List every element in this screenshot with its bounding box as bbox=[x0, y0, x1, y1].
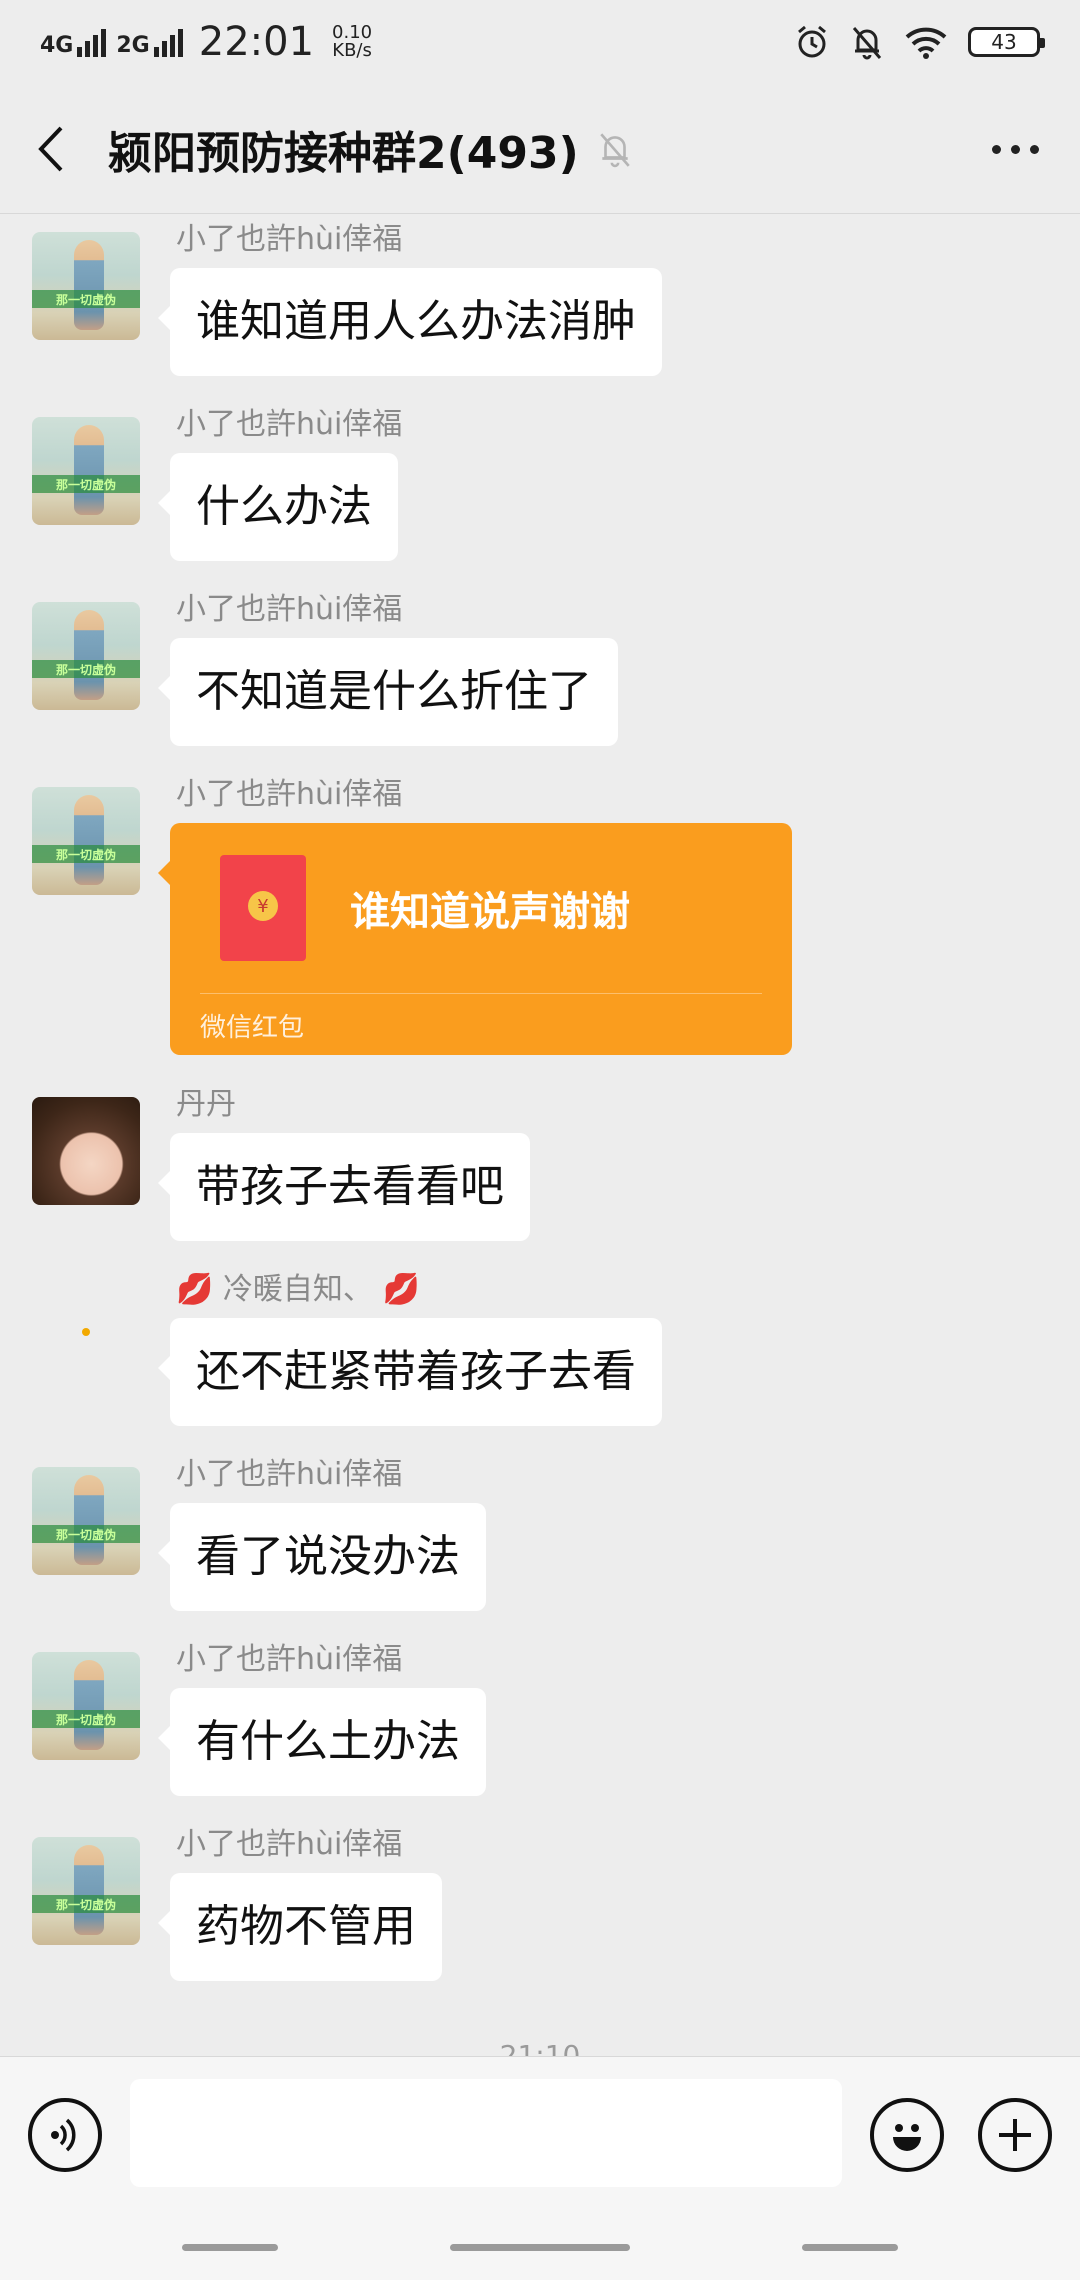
avatar-figure bbox=[74, 1475, 104, 1565]
voice-button[interactable] bbox=[28, 2098, 102, 2172]
message-bubble[interactable]: 不知道是什么折住了 bbox=[158, 638, 618, 746]
avatar-dot bbox=[82, 1328, 90, 1336]
sender-name-text: 冷暖自知、 bbox=[222, 1272, 373, 1307]
red-packet-label: 微信红包 bbox=[200, 1013, 305, 1043]
avatar-figure bbox=[74, 425, 104, 515]
avatar-figure bbox=[74, 1660, 104, 1750]
emoji-icon bbox=[893, 2124, 921, 2151]
chevron-left-icon bbox=[38, 126, 63, 171]
avatar-figure bbox=[74, 1845, 104, 1935]
message-item: 那一切虚伪 小了也許hùi倖福 不知道是什么折住了 bbox=[0, 590, 1080, 750]
back-button[interactable] bbox=[0, 84, 100, 214]
avatar[interactable]: 那一切虚伪 bbox=[32, 787, 140, 895]
red-envelope-icon: ¥ bbox=[220, 855, 306, 961]
avatar-figure bbox=[74, 610, 104, 700]
plus-button[interactable] bbox=[978, 2098, 1052, 2172]
avatar[interactable] bbox=[32, 1097, 140, 1205]
voice-icon bbox=[51, 2118, 76, 2152]
signal-1: 4G bbox=[40, 27, 107, 58]
message-item: 💋 冷暖自知、 💋 还不赶紧带着孩子去看 bbox=[0, 1270, 1080, 1430]
message-item: 那一切虚伪 小了也許hùi倖福 谁知道用人么办法消肿 bbox=[0, 220, 1080, 380]
message-item: 那一切虚伪 小了也許hùi倖福 有什么土办法 bbox=[0, 1640, 1080, 1800]
sender-name: 小了也許hùi倖福 bbox=[176, 1827, 403, 1862]
kiss-icon: 💋 bbox=[176, 1272, 214, 1307]
message-bubble[interactable]: 什么办法 bbox=[158, 453, 398, 561]
sender-name: 小了也許hùi倖福 bbox=[176, 222, 403, 257]
message-bubble[interactable]: 有什么土办法 bbox=[158, 1688, 486, 1796]
message-item: 那一切虚伪 小了也許hùi倖福 看了说没办法 bbox=[0, 1455, 1080, 1615]
yuan-seal-icon: ¥ bbox=[248, 891, 278, 921]
avatar-band: 那一切虚伪 bbox=[32, 1895, 140, 1913]
more-dot bbox=[1010, 144, 1020, 154]
network-speed: 0.10 KB/s bbox=[332, 24, 372, 60]
avatar[interactable]: 那一切虚伪 bbox=[32, 1467, 140, 1575]
emoji-button[interactable] bbox=[870, 2098, 944, 2172]
battery-icon: 43 bbox=[968, 27, 1045, 57]
network-type-1: 4G bbox=[40, 33, 74, 58]
more-button[interactable] bbox=[980, 124, 1050, 174]
system-nav-bar bbox=[0, 2208, 1080, 2280]
chat-title: 颍阳预防接种群2(493) bbox=[108, 127, 579, 179]
message-item: 丹丹 带孩子去看看吧 bbox=[0, 1085, 1080, 1245]
sender-name: 丹丹 bbox=[176, 1087, 236, 1122]
message-bubble[interactable]: 谁知道用人么办法消肿 bbox=[158, 268, 662, 376]
sender-name: 💋 冷暖自知、 💋 bbox=[176, 1270, 420, 1310]
nav-back-gesture[interactable] bbox=[182, 2244, 278, 2251]
bell-off-icon bbox=[852, 27, 882, 60]
kiss-icon: 💋 bbox=[382, 1272, 420, 1307]
message-bubble[interactable]: 还不赶紧带着孩子去看 bbox=[158, 1318, 662, 1426]
avatar-band: 那一切虚伪 bbox=[32, 475, 140, 493]
sender-name: 小了也許hùi倖福 bbox=[176, 1457, 403, 1492]
input-bar bbox=[0, 2056, 1080, 2208]
sender-name: 小了也許hùi倖福 bbox=[176, 777, 403, 812]
status-right: 43 bbox=[794, 24, 1045, 60]
avatar-figure bbox=[74, 240, 104, 330]
alarm-icon bbox=[798, 25, 826, 58]
avatar-band: 那一切虚伪 bbox=[32, 1710, 140, 1728]
signal-bars-icon bbox=[153, 27, 183, 57]
message-bubble[interactable]: 看了说没办法 bbox=[158, 1503, 486, 1611]
avatar[interactable]: 那一切虚伪 bbox=[32, 1652, 140, 1760]
avatar[interactable]: 那一切虚伪 bbox=[32, 1837, 140, 1945]
message-item: 那一切虚伪 小了也許hùi倖福 ¥ 谁知道说声谢谢 微信红包 bbox=[0, 775, 1080, 1065]
signal-bars-icon bbox=[77, 27, 107, 57]
bell-off-icon bbox=[599, 132, 630, 167]
network-type-2: 2G bbox=[116, 33, 150, 58]
sender-name: 小了也許hùi倖福 bbox=[176, 592, 403, 627]
signal-2: 2G bbox=[116, 27, 183, 58]
avatar[interactable] bbox=[32, 1282, 140, 1390]
more-dot bbox=[1029, 144, 1039, 154]
avatar-band: 那一切虚伪 bbox=[32, 660, 140, 678]
clock: 22:01 bbox=[198, 19, 315, 65]
status-bar: 4G 2G 22:01 0.10 KB/s 43 bbox=[0, 0, 1080, 84]
avatar[interactable]: 那一切虚伪 bbox=[32, 232, 140, 340]
red-packet-divider bbox=[200, 993, 762, 994]
status-left: 4G 2G 22:01 0.10 KB/s bbox=[40, 19, 372, 65]
message-bubble[interactable]: 带孩子去看看吧 bbox=[158, 1133, 530, 1241]
message-item: 那一切虚伪 小了也許hùi倖福 药物不管用 bbox=[0, 1825, 1080, 1985]
red-packet-title: 谁知道说声谢谢 bbox=[350, 889, 630, 935]
timestamp: 21:10 bbox=[499, 2039, 581, 2058]
message-input[interactable] bbox=[130, 2079, 842, 2187]
avatar-figure bbox=[74, 795, 104, 885]
battery-level: 43 bbox=[991, 30, 1017, 54]
sender-name: 小了也許hùi倖福 bbox=[176, 407, 403, 442]
avatar[interactable]: 那一切虚伪 bbox=[32, 602, 140, 710]
nav-home-gesture[interactable] bbox=[450, 2244, 630, 2251]
speed-unit: KB/s bbox=[332, 40, 372, 61]
nav-recent-gesture[interactable] bbox=[802, 2244, 898, 2251]
avatar[interactable]: 那一切虚伪 bbox=[32, 417, 140, 525]
chat-header: 颍阳预防接种群2(493) bbox=[0, 84, 1080, 214]
more-dots-icon bbox=[991, 144, 1001, 154]
message-bubble[interactable]: 药物不管用 bbox=[158, 1873, 442, 1981]
message-item: 那一切虚伪 小了也許hùi倖福 什么办法 bbox=[0, 405, 1080, 565]
red-packet[interactable]: ¥ 谁知道说声谢谢 微信红包 bbox=[158, 823, 792, 1055]
plus-icon bbox=[999, 2119, 1031, 2151]
avatar-band: 那一切虚伪 bbox=[32, 845, 140, 863]
avatar-band: 那一切虚伪 bbox=[32, 290, 140, 308]
avatar-band: 那一切虚伪 bbox=[32, 1525, 140, 1543]
sender-name: 小了也許hùi倖福 bbox=[176, 1642, 403, 1677]
wifi-icon bbox=[905, 27, 947, 59]
